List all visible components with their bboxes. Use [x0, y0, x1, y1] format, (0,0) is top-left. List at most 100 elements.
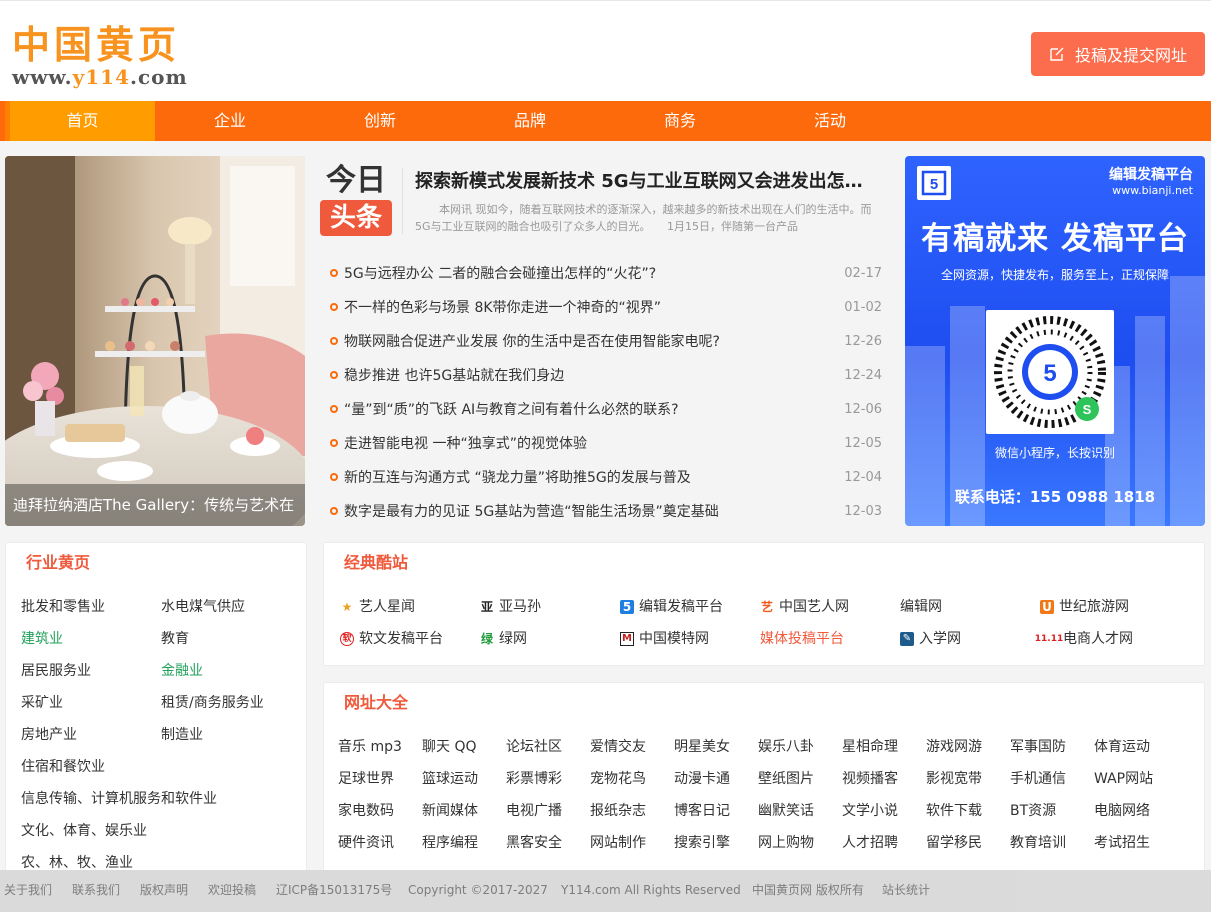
directory-link[interactable]: WAP网站 — [1094, 769, 1153, 789]
ad-brand: 编辑发稿平台 www.bianji.net — [1109, 166, 1193, 198]
headline-link[interactable]: 探索新模式发展新技术 5G与工业互联网又会进发出怎样的火花 — [415, 168, 880, 196]
industry-item[interactable]: 租赁/商务服务业 — [161, 693, 264, 713]
site-link[interactable]: 亚亚马孙 — [480, 597, 541, 617]
footer-link-about[interactable]: 关于我们 — [4, 870, 52, 910]
directory-link[interactable]: 家电数码 — [338, 801, 394, 821]
site-link[interactable]: 软软文发稿平台 — [340, 629, 443, 649]
directory-link[interactable]: 动漫卡通 — [674, 769, 730, 789]
industry-item[interactable]: 水电煤气供应 — [161, 597, 245, 617]
directory-link[interactable]: 影视宽带 — [926, 769, 982, 789]
nav-innovation[interactable]: 创新 — [305, 101, 455, 141]
directory-link[interactable]: 软件下载 — [926, 801, 982, 821]
directory-link[interactable]: 文学小说 — [842, 801, 898, 821]
ad-banner[interactable]: 5 编辑发稿平台 www.bianji.net 有稿就来 发稿平台 全网资源，快… — [905, 156, 1205, 526]
news-item[interactable]: 稳步推进 也许5G基站就在我们身边 12-24 — [330, 358, 882, 392]
industry-item[interactable]: 采矿业 — [21, 693, 63, 713]
today-headline-badge: 今日 头条 — [320, 164, 392, 238]
directory-link[interactable]: BT资源 — [1010, 801, 1056, 821]
news-item[interactable]: 走进智能电视 一种“独享式”的视觉体验 12-05 — [330, 426, 882, 460]
directory-link[interactable]: 音乐 mp3 — [338, 737, 402, 757]
directory-link[interactable]: 幽默笑话 — [758, 801, 814, 821]
directory-link[interactable]: 电脑网络 — [1094, 801, 1150, 821]
ruanwen-icon: 软 — [340, 632, 354, 646]
directory-link[interactable]: 足球世界 — [338, 769, 394, 789]
directory-link[interactable]: 军事国防 — [1010, 737, 1066, 757]
news-item[interactable]: 数字是最有力的见证 5G基站为营造“智能生活场景”奠定基础 12-03 — [330, 494, 882, 528]
industry-item[interactable]: 文化、体育、娱乐业 — [21, 821, 147, 841]
directory-link[interactable]: 博客日记 — [674, 801, 730, 821]
site-link[interactable]: 绿绿网 — [480, 629, 527, 649]
nav-home[interactable]: 首页 — [5, 101, 155, 141]
directory-link[interactable]: 电视广播 — [506, 801, 562, 821]
site-link[interactable]: U 世纪旅游网 — [1040, 597, 1129, 617]
footer-link-contact[interactable]: 联系我们 — [72, 870, 120, 910]
directory-link[interactable]: 留学移民 — [926, 833, 982, 853]
news-item[interactable]: 物联网融合促进产业发展 你的生活中是否在使用智能家电呢? 12-26 — [330, 324, 882, 358]
directory-link[interactable]: 体育运动 — [1094, 737, 1150, 757]
directory-link[interactable]: 硬件资讯 — [338, 833, 394, 853]
directory-link[interactable]: 爱情交友 — [590, 737, 646, 757]
news-item[interactable]: 不一样的色彩与场景 8K带你走进一个神奇的“视界” 01-02 — [330, 290, 882, 324]
news-item[interactable]: 新的互连与沟通方式 “骁龙力量”将助推5G的发展与普及 12-04 — [330, 460, 882, 494]
directory-link[interactable]: 壁纸图片 — [758, 769, 814, 789]
directory-link[interactable]: 人才招聘 — [842, 833, 898, 853]
directory-link[interactable]: 教育培训 — [1010, 833, 1066, 853]
directory-link[interactable]: 娱乐八卦 — [758, 737, 814, 757]
directory-link[interactable]: 星相命理 — [842, 737, 898, 757]
site-link[interactable]: 艺中国艺人网 — [760, 597, 849, 617]
hero-slide[interactable]: 迪拜拉纳酒店The Gallery：传统与艺术在 — [5, 156, 305, 526]
directory-link[interactable]: 明星美女 — [674, 737, 730, 757]
directory-link[interactable]: 宠物花鸟 — [590, 769, 646, 789]
industry-item[interactable]: 教育 — [161, 629, 189, 649]
directory-link[interactable]: 新闻媒体 — [422, 801, 478, 821]
footer-link-copyright[interactable]: 版权声明 — [140, 870, 188, 910]
directory-link[interactable]: 聊天 QQ — [422, 737, 477, 757]
directory-link[interactable]: 论坛社区 — [506, 737, 562, 757]
site-link[interactable]: ★ 艺人星闻 — [340, 597, 415, 617]
directory-link[interactable]: 手机通信 — [1010, 769, 1066, 789]
hero-caption[interactable]: 迪拜拉纳酒店The Gallery：传统与艺术在 — [5, 484, 305, 526]
directory-link[interactable]: 网站制作 — [590, 833, 646, 853]
site-link[interactable]: 11.11 电商人才网 — [1035, 629, 1133, 649]
industry-item[interactable]: 房地产业 — [21, 725, 77, 745]
submit-url-button[interactable]: 投稿及提交网址 — [1031, 32, 1205, 76]
site-label: 入学网 — [919, 631, 961, 647]
news-item[interactable]: 5G与远程办公 二者的融合会碰撞出怎样的“火花”? 02-17 — [330, 256, 882, 290]
directory-link[interactable]: 搜索引擎 — [674, 833, 730, 853]
footer-link-submit[interactable]: 欢迎投稿 — [208, 870, 256, 910]
site-label: 中国模特网 — [639, 631, 709, 647]
site-link[interactable]: ✎ 入学网 — [900, 629, 961, 649]
industry-item[interactable]: 建筑业 — [21, 629, 63, 649]
news-title: 数字是最有力的见证 5G基站为营造“智能生活场景”奠定基础 — [344, 504, 719, 520]
directory-link[interactable]: 游戏网游 — [926, 737, 982, 757]
nav-brand[interactable]: 品牌 — [455, 101, 605, 141]
site-link[interactable]: 5 编辑发稿平台 — [620, 597, 723, 617]
industry-item[interactable]: 金融业 — [161, 661, 203, 681]
directory-link[interactable]: 彩票博彩 — [506, 769, 562, 789]
site-logo[interactable]: 中国黄页 www.y114.com — [12, 23, 212, 93]
directory-link[interactable]: 报纸杂志 — [590, 801, 646, 821]
directory-link[interactable]: 篮球运动 — [422, 769, 478, 789]
news-item[interactable]: “量”到“质”的飞跃 AI与教育之间有着什么必然的联系? 12-06 — [330, 392, 882, 426]
directory-link[interactable]: 程序编程 — [422, 833, 478, 853]
industry-item[interactable]: 批发和零售业 — [21, 597, 105, 617]
directory-link[interactable]: 黑客安全 — [506, 833, 562, 853]
directory-panel: 网址大全 音乐 mp3 聊天 QQ 论坛社区 爱情交友 明星美女 娱乐八卦 星相命理 游戏网游… — [323, 682, 1205, 882]
nav-business[interactable]: 商务 — [605, 101, 755, 141]
site-link[interactable]: 编辑网 — [900, 597, 942, 617]
nav-events[interactable]: 活动 — [755, 101, 905, 141]
industry-item[interactable]: 制造业 — [161, 725, 203, 745]
directory-link[interactable]: 考试招生 — [1094, 833, 1150, 853]
directory-link[interactable]: 视频播客 — [842, 769, 898, 789]
directory-link[interactable]: 网上购物 — [758, 833, 814, 853]
footer-link-stats[interactable]: 站长统计 — [882, 870, 930, 910]
nav-enterprise[interactable]: 企业 — [155, 101, 305, 141]
site-link[interactable]: 媒体投稿平台 — [760, 629, 844, 649]
site-link[interactable]: M 中国模特网 — [620, 629, 709, 649]
footer-icp[interactable]: 辽ICP备15013175号 — [276, 870, 392, 910]
logo-url-highlight: y114 — [72, 65, 130, 89]
industry-item[interactable]: 信息传输、计算机服务和软件业 — [21, 789, 217, 809]
industry-item[interactable]: 居民服务业 — [21, 661, 91, 681]
industry-item[interactable]: 住宿和餐饮业 — [21, 757, 105, 777]
news-list: 5G与远程办公 二者的融合会碰撞出怎样的“火花”? 02-17 不一样的色彩与场景… — [330, 256, 882, 528]
